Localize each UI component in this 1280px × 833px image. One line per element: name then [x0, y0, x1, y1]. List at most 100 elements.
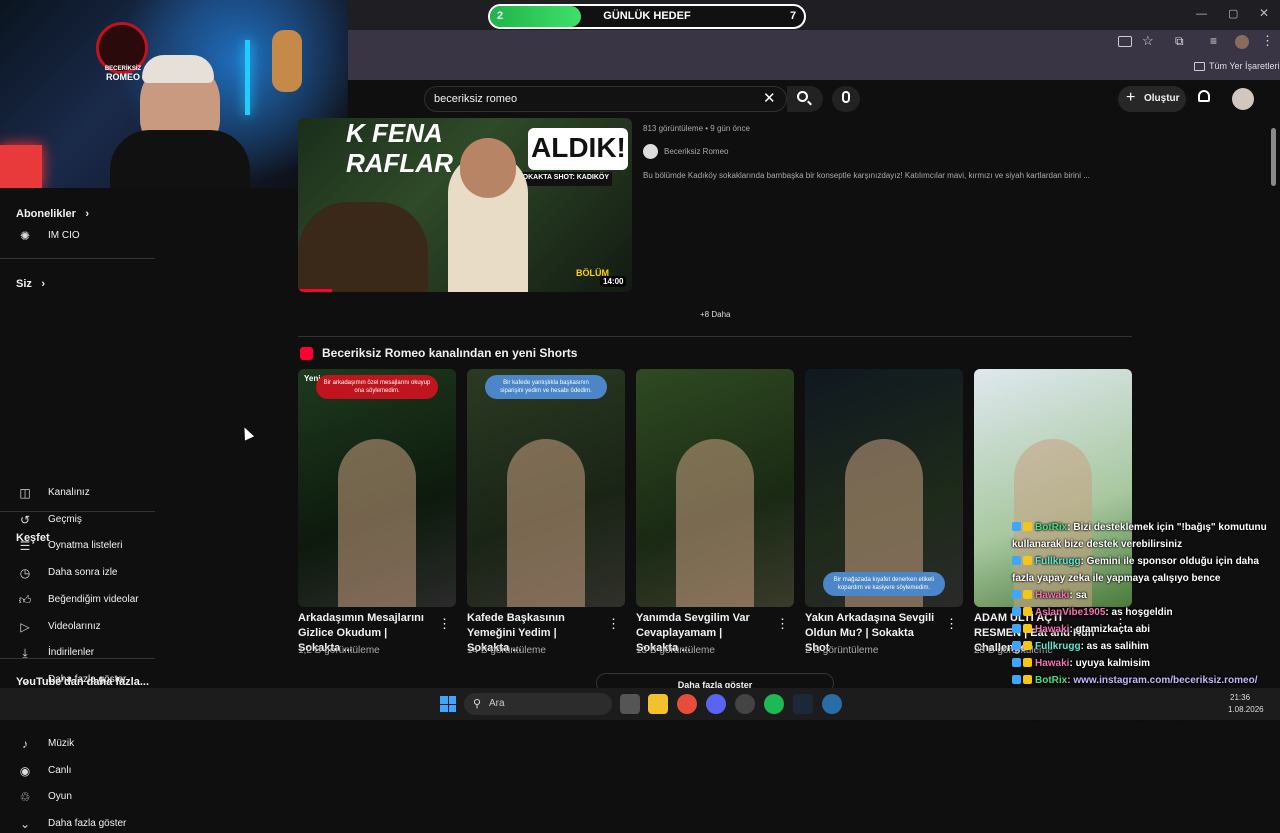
sidebar-item[interactable]: ↺ Geçmiş: [18, 513, 148, 529]
obs-icon[interactable]: [735, 694, 755, 714]
sidebar-item[interactable]: ⤓ İndirilenler: [18, 646, 148, 662]
video-thumbnail[interactable]: K FENA RAFLAR ALDIK! SOKAKTA SHOT: KADIK…: [298, 118, 632, 292]
more-options-icon[interactable]: ⋮: [776, 616, 789, 632]
video-meta: 813 görüntüleme • 9 gün önce: [643, 124, 750, 133]
chat-username[interactable]: BotRix: [1035, 522, 1067, 533]
bell-icon: [1198, 90, 1210, 102]
taskbar-search[interactable]: ⚲ Ara: [464, 693, 612, 715]
chat-message: BotRix: Bizi desteklemek için "!bağış" k…: [1012, 519, 1270, 553]
chat-username[interactable]: Fullkrugg: [1035, 641, 1081, 652]
plus-icon: +: [1126, 89, 1136, 106]
sidebar-item[interactable]: ⌄ Daha fazla göster: [18, 817, 148, 833]
chat-username[interactable]: Fullkrugg: [1035, 556, 1081, 567]
minimize-icon[interactable]: —: [1196, 8, 1207, 20]
goal-label: GÜNLÜK HEDEF: [603, 10, 691, 22]
short-thumbnail[interactable]: [636, 369, 794, 607]
reading-list-icon[interactable]: ≡: [1210, 34, 1217, 48]
start-button[interactable]: [440, 696, 456, 712]
profile-avatar[interactable]: [1235, 35, 1249, 49]
clear-search-icon[interactable]: ✕: [763, 89, 776, 107]
extensions-icon[interactable]: ⧉: [1175, 34, 1184, 49]
chat-username[interactable]: Hawaki: [1035, 658, 1069, 669]
settings-icon[interactable]: [822, 694, 842, 714]
chat-badge-icon: [1023, 522, 1032, 531]
you-heading[interactable]: Siz ›: [16, 274, 45, 292]
thumbnail-guitarist: [298, 202, 428, 292]
thumbnail-text-1: K FENA: [346, 118, 443, 148]
live-icon: ◉: [19, 763, 31, 778]
short-thumbnail[interactable]: Bir kafede yanlışlıkla başkasının sipari…: [467, 369, 625, 607]
channel-avatar[interactable]: [643, 144, 658, 159]
chevron-right-icon: ›: [85, 208, 90, 220]
chrome-icon[interactable]: [677, 694, 697, 714]
video-channel-name[interactable]: Beceriksiz Romeo: [664, 147, 728, 156]
you-label: Siz: [16, 278, 32, 290]
page-scrollbar[interactable]: [1271, 128, 1276, 186]
short-caption-bubble: Bir mağazada kıyafet denerken etiketi ko…: [823, 572, 945, 596]
webcam-overlay: BECERİKSİZ ROMEO: [0, 0, 348, 188]
close-window-icon[interactable]: ✕: [1259, 6, 1269, 20]
chat-username[interactable]: BotRix: [1035, 675, 1067, 686]
sidebar-item[interactable]: ◷ Daha sonra izle: [18, 566, 148, 582]
more-options-icon[interactable]: ⋮: [607, 616, 620, 632]
chat-message: Fullkrugg: as as salihim: [1012, 638, 1270, 655]
sidebar-item-label: Videolarınız: [48, 620, 101, 632]
voice-search-button[interactable]: [832, 86, 860, 112]
short-thumbnail[interactable]: Yeni Bir arkadaşımın özel mesajlarını oku…: [298, 369, 456, 607]
more-options-icon[interactable]: ⋮: [945, 616, 958, 632]
chat-badge-icon: [1012, 590, 1021, 599]
more-videos-button[interactable]: +8 Daha: [700, 310, 730, 319]
file-explorer-icon[interactable]: [648, 694, 668, 714]
sidebar-item[interactable]: ◫ Kanalınız: [18, 486, 148, 502]
sidebar-item-label: Oynatma listeleri: [48, 540, 123, 552]
steam-icon[interactable]: [793, 694, 813, 714]
sidebar-item[interactable]: ▷ Videolarınız: [18, 620, 148, 636]
sidebar-item[interactable]: 👍︎ Beğendiğim videolar: [18, 593, 148, 609]
discord-icon[interactable]: [706, 694, 726, 714]
short-person: [507, 439, 585, 607]
taskbar-search-placeholder: Ara: [489, 698, 505, 709]
sidebar-item-label: Daha fazla göster: [48, 818, 127, 830]
notifications-button[interactable]: [1197, 90, 1211, 104]
more-options-icon[interactable]: ⋮: [438, 616, 451, 632]
thumbs-up-icon: 👍︎: [18, 592, 32, 607]
chat-username[interactable]: Hawaki: [1035, 624, 1069, 635]
create-button[interactable]: + Oluştur: [1118, 86, 1186, 112]
chat-message: Fullkrugg: Gemini ile sponsor olduğu içi…: [1012, 553, 1270, 587]
sidebar-item[interactable]: ◉ Canlı: [18, 764, 148, 780]
sidebar-item-label: IM CIO: [48, 230, 80, 241]
search-button[interactable]: [787, 86, 823, 112]
chat-badge-icon: [1012, 624, 1021, 633]
short-views: 13 B görüntüleme: [636, 645, 715, 656]
chat-username[interactable]: Hawaki: [1035, 590, 1069, 601]
short-views: 1,2 B görüntüleme: [298, 645, 380, 656]
browser-menu-icon[interactable]: ⋮: [1261, 33, 1274, 49]
mouse-cursor-icon: [239, 425, 255, 441]
short-person: [338, 439, 416, 607]
clock-icon: ◷: [19, 566, 31, 581]
short-thumbnail[interactable]: Bir mağazada kıyafet denerken etiketi ko…: [805, 369, 963, 607]
chat-badge-icon: [1012, 641, 1021, 650]
explore-heading: Keşfet: [16, 528, 50, 546]
guitar-image: [272, 30, 302, 92]
divider: [298, 336, 1132, 337]
divider: [0, 511, 155, 512]
sidebar-item[interactable]: ♪ Müzik: [18, 737, 148, 753]
videos-icon: ▷: [20, 619, 30, 634]
cast-icon[interactable]: [1118, 36, 1132, 47]
maximize-icon[interactable]: ▢: [1228, 7, 1238, 20]
sidebar-item-label: Canlı: [48, 764, 72, 776]
search-icon: [797, 91, 808, 102]
sidebar-item[interactable]: ♲ Oyun: [18, 790, 148, 806]
account-avatar[interactable]: [1232, 88, 1254, 110]
chat-badge-icon: [1012, 658, 1021, 667]
subscriptions-heading[interactable]: Abonelikler ›: [16, 204, 89, 222]
all-bookmarks-link[interactable]: Tüm Yer İşaretleri: [1209, 61, 1280, 71]
short-views: 2 B görüntüleme: [805, 645, 879, 656]
chat-text: : uyuya kalmisim: [1069, 658, 1151, 669]
search-input[interactable]: beceriksiz romeo: [424, 86, 787, 112]
chat-username[interactable]: AslanVibe1905: [1035, 607, 1105, 618]
spotify-icon[interactable]: [764, 694, 784, 714]
task-view-icon[interactable]: [620, 694, 640, 714]
bookmark-star-icon[interactable]: ☆: [1142, 33, 1154, 49]
